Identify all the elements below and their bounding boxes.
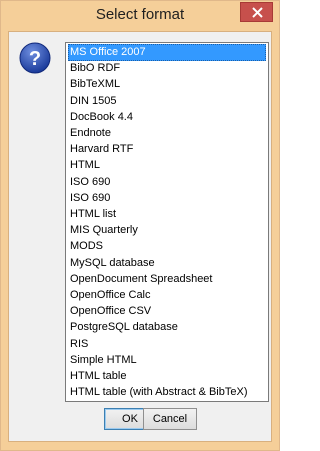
list-item[interactable]: ISO 690 bbox=[68, 190, 266, 207]
list-item[interactable]: RIS bbox=[68, 336, 266, 353]
svg-text:?: ? bbox=[29, 48, 41, 70]
list-item[interactable]: HTML table bbox=[68, 368, 266, 385]
list-item[interactable]: ISO 690 bbox=[68, 174, 266, 191]
list-item[interactable]: MODS bbox=[68, 238, 266, 255]
dialog-content: ? MS Office 2007 BibO RDF BibTeXML DIN 1505… bbox=[8, 31, 272, 442]
title-bar[interactable]: Select format bbox=[1, 1, 279, 31]
close-button[interactable] bbox=[240, 2, 273, 22]
list-item[interactable]: HTML list bbox=[68, 206, 266, 223]
list-item[interactable]: BibTeXML bbox=[68, 76, 266, 93]
list-item[interactable]: MS Office 2007 bbox=[68, 44, 266, 61]
list-item[interactable]: Simple HTML bbox=[68, 352, 266, 369]
list-item[interactable]: OpenDocument Spreadsheet bbox=[68, 271, 266, 288]
list-item[interactable]: HTML bbox=[68, 157, 266, 174]
window-title: Select format bbox=[95, 6, 185, 23]
list-item[interactable]: MySQL database bbox=[68, 255, 266, 272]
format-list[interactable]: MS Office 2007 BibO RDF BibTeXML DIN 1505 Do… bbox=[65, 42, 269, 402]
list-item[interactable]: OpenOffice CSV bbox=[68, 303, 266, 320]
list-item[interactable]: MIS Quarterly bbox=[68, 222, 266, 239]
list-item[interactable]: BibO RDF bbox=[68, 60, 266, 77]
list-item[interactable]: OpenOffice Calc bbox=[68, 287, 266, 304]
list-item[interactable]: PostgreSQL database bbox=[68, 319, 266, 336]
list-item[interactable]: HTML table (with Abstract & BibTeX) bbox=[68, 384, 266, 401]
question-icon: ? bbox=[19, 42, 51, 74]
list-item[interactable]: DocBook 4.4 bbox=[68, 109, 266, 126]
cancel-button[interactable]: Cancel bbox=[143, 408, 197, 430]
list-item[interactable]: Harvard RTF bbox=[68, 141, 266, 158]
select-format-dialog: Select format ? MS Office 2007 BibO RDF Bi… bbox=[0, 0, 280, 451]
close-icon bbox=[252, 7, 263, 18]
list-item[interactable]: DIN 1505 bbox=[68, 93, 266, 110]
list-item[interactable]: Endnote bbox=[68, 125, 266, 142]
